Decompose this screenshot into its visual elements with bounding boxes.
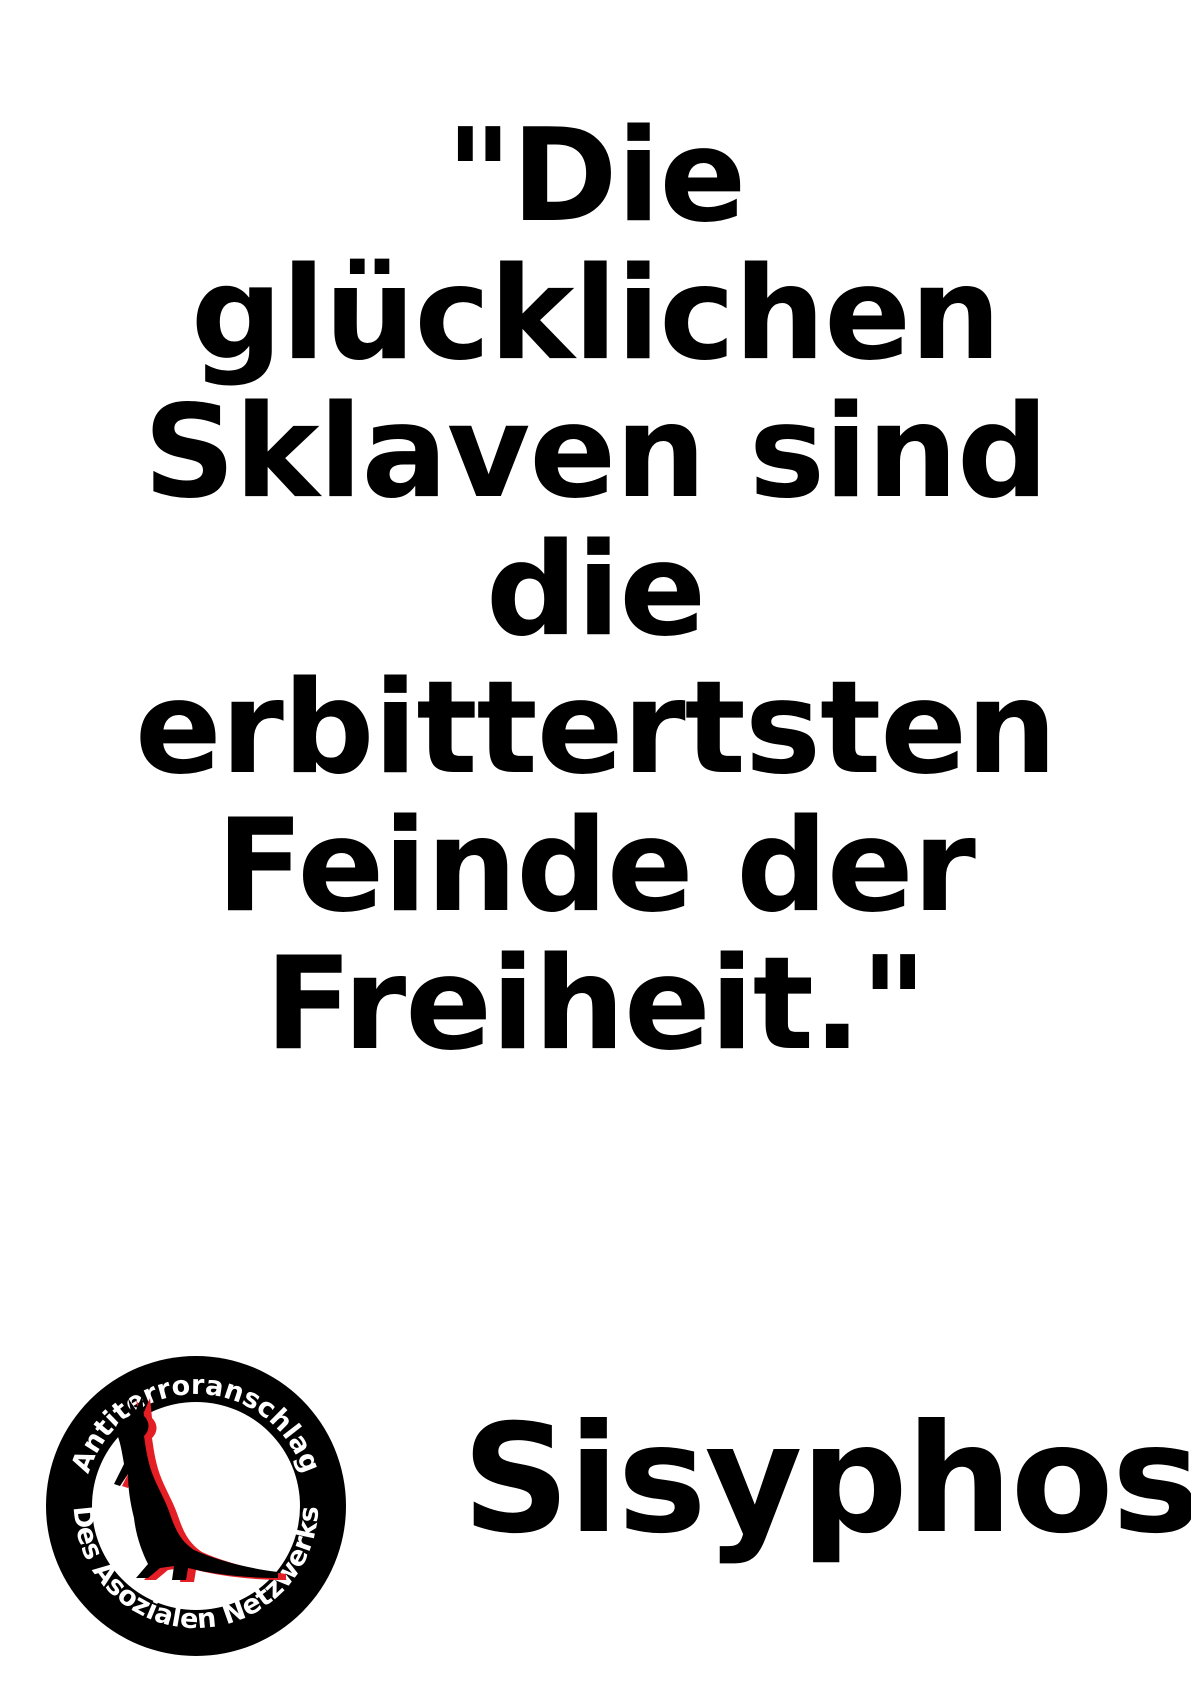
quote: "Die glücklichen Sklaven sind die erbitt…	[0, 108, 1191, 1074]
quote-line: Freiheit."	[264, 930, 927, 1079]
quote-line: die	[485, 516, 706, 665]
quote-line: erbittertsten	[134, 654, 1057, 803]
logo: Antiterroranschlag Des Asozialen Netzwer…	[36, 1346, 356, 1666]
logo-emblem: Antiterroranschlag Des Asozialen Netzwer…	[46, 1356, 346, 1656]
quote-line: "Die	[445, 102, 747, 251]
quote-line: Feinde der	[216, 792, 976, 941]
quote-line: glücklichen	[190, 240, 1001, 389]
quote-line: Sklaven sind	[143, 378, 1048, 527]
author-name: Sisyphos	[462, 1393, 1191, 1567]
